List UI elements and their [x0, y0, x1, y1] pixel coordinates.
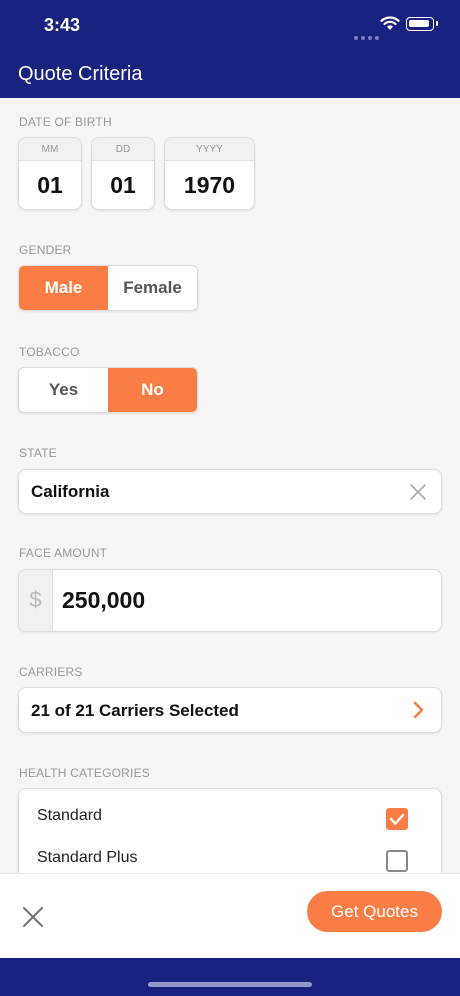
gender-segmented-control: Male Female: [18, 265, 198, 311]
dob-month-value: 01: [37, 172, 63, 198]
cellular-signal-icon: [354, 27, 382, 45]
face-amount-field[interactable]: $ 250,000: [18, 569, 442, 632]
carriers-value: 21 of 21 Carriers Selected: [31, 701, 239, 720]
gender-label: GENDER: [19, 243, 72, 257]
state-label: STATE: [19, 446, 57, 460]
dob-year-header: YYYY: [165, 138, 254, 161]
close-icon[interactable]: [22, 906, 44, 928]
battery-icon: [406, 17, 438, 31]
tobacco-label: TOBACCO: [19, 345, 80, 359]
face-amount-value: 250,000: [62, 587, 146, 613]
tobacco-no-option[interactable]: No: [108, 368, 197, 412]
health-categories-label: HEALTH CATEGORIES: [19, 766, 150, 780]
dollar-sign-icon: $: [19, 570, 53, 631]
checkmark-icon: [389, 813, 405, 825]
dob-month-header: MM: [19, 138, 81, 161]
face-amount-label: FACE AMOUNT: [19, 546, 108, 560]
clear-icon[interactable]: [409, 483, 427, 501]
tobacco-yes-option[interactable]: Yes: [19, 368, 108, 412]
standard-checkbox[interactable]: [386, 808, 408, 830]
get-quotes-button[interactable]: Get Quotes: [307, 891, 442, 932]
nav-bar: Quote Criteria: [0, 50, 460, 98]
page-title: Quote Criteria: [18, 63, 143, 85]
tobacco-segmented-control: Yes No: [18, 367, 198, 413]
home-indicator[interactable]: [148, 982, 312, 987]
state-field[interactable]: California: [18, 469, 442, 514]
gender-female-option[interactable]: Female: [108, 266, 197, 310]
dob-day-value: 01: [110, 172, 136, 198]
status-bar: 3:43: [0, 0, 460, 50]
dob-label: DATE OF BIRTH: [19, 115, 112, 129]
gender-male-option[interactable]: Male: [19, 266, 108, 310]
carriers-selector[interactable]: 21 of 21 Carriers Selected: [18, 687, 442, 733]
health-item-standard: Standard: [37, 807, 102, 824]
carriers-label: CARRIERS: [19, 665, 83, 679]
state-value: California: [31, 482, 110, 501]
standard-plus-checkbox[interactable]: [386, 850, 408, 872]
dob-day-header: DD: [92, 138, 154, 161]
status-time: 3:43: [44, 15, 81, 35]
health-item-standard-plus: Standard Plus: [37, 849, 138, 866]
dob-day-field[interactable]: DD 01: [91, 137, 155, 210]
bottom-action-bar: Get Quotes: [0, 873, 460, 958]
dob-month-field[interactable]: MM 01: [18, 137, 82, 210]
wifi-icon: [380, 16, 400, 30]
dob-year-value: 1970: [183, 172, 236, 198]
dob-year-field[interactable]: YYYY 1970: [164, 137, 255, 210]
chevron-right-icon: [413, 701, 424, 719]
home-indicator-area: [0, 958, 460, 996]
